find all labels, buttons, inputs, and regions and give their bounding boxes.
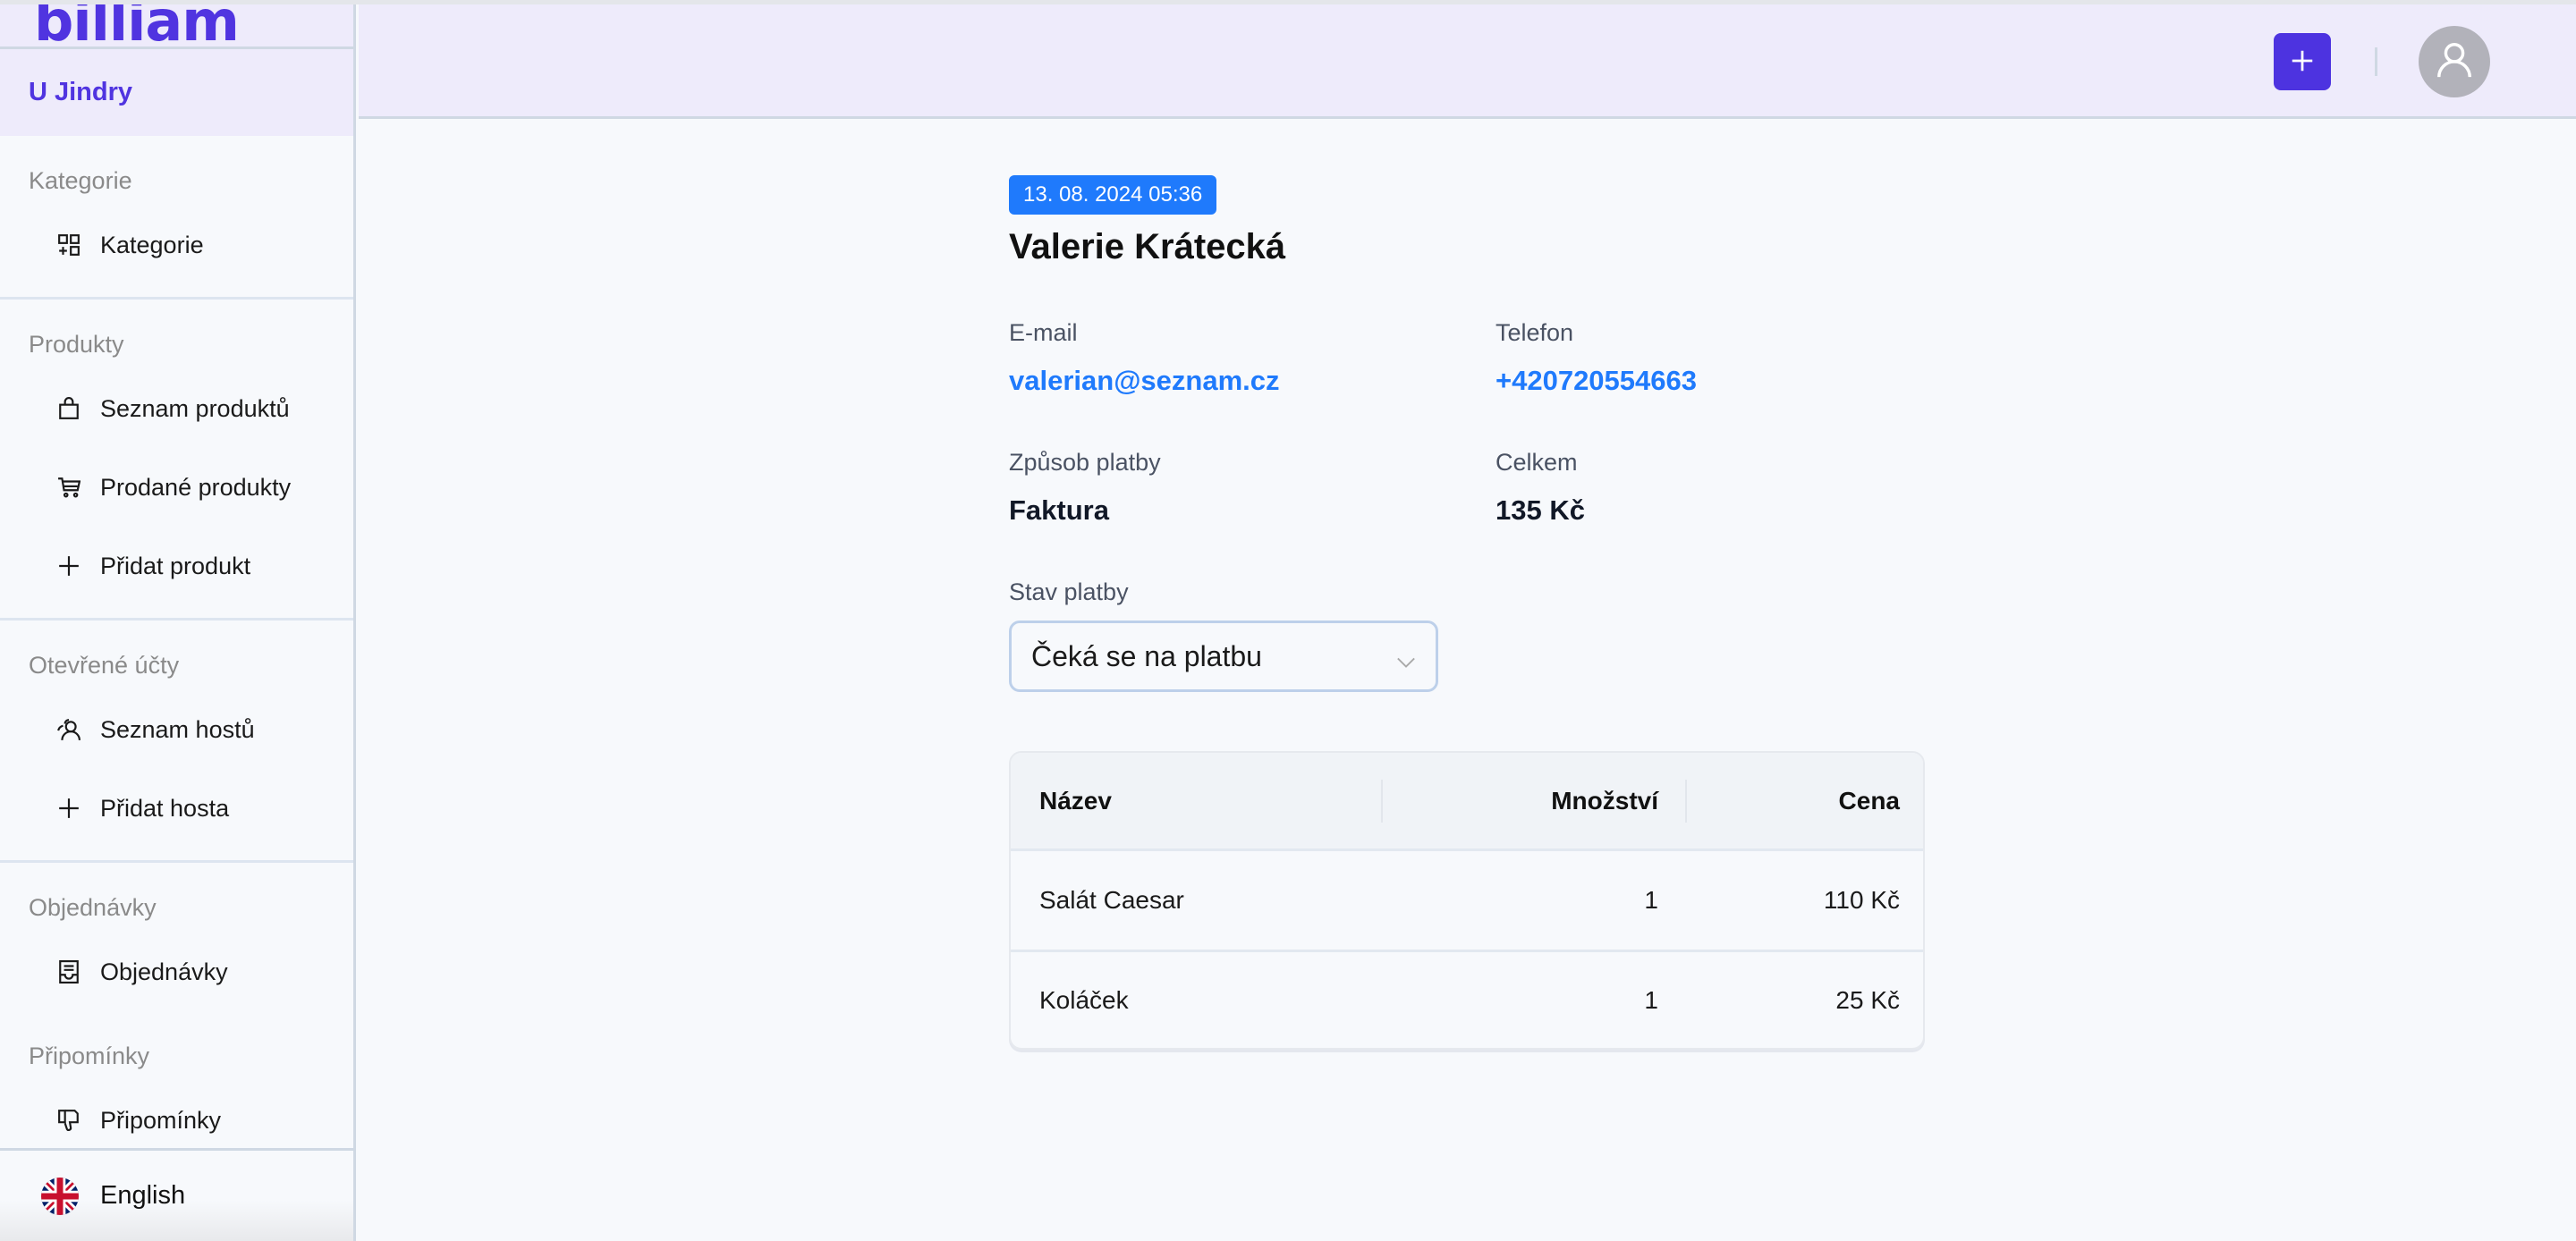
sidebar-section-open-accounts: Otevřené účty Seznam hostů Přidat hosta [0, 620, 353, 863]
sidebar-item-label: Kategorie [100, 231, 204, 258]
product-price: 110 Kč [1823, 886, 1900, 914]
chevron-down-icon [1396, 646, 1416, 668]
order-items-table: Název Množství Cena Salát Caesar 1 110 K… [1009, 751, 1925, 1050]
section-title: Objednávky [29, 894, 157, 921]
category-add-icon [57, 233, 80, 257]
sidebar-item-orders[interactable]: Objednávky [0, 933, 353, 1011]
payment-status-select[interactable]: Čeká se na platbu [1009, 620, 1438, 692]
sidebar-item-guest-list[interactable]: Seznam hostů [0, 690, 353, 769]
column-header-quantity[interactable]: Množství [1381, 753, 1685, 848]
sidebar-item-add-product[interactable]: Přidat produkt [0, 527, 353, 605]
top-header [359, 4, 2576, 119]
payment-status-label: Stav platby [1009, 578, 1129, 605]
users-icon [57, 718, 80, 741]
sidebar: billiam U Jindry Kategorie Kategorie Pro… [0, 4, 356, 1241]
sidebar-item-add-guest[interactable]: Přidat hosta [0, 769, 353, 848]
email-link[interactable]: valerian@seznam.cz [1009, 365, 1496, 397]
total-value: 135 Kč [1496, 494, 1585, 526]
product-quantity: 1 [1644, 985, 1658, 1014]
payment-method-label: Způsob platby [1009, 449, 1161, 476]
receipt-icon [57, 960, 80, 984]
sidebar-item-label: Prodané produkty [100, 473, 292, 501]
cart-icon [57, 476, 80, 499]
email-field: E-mail valerian@seznam.cz [1009, 319, 1496, 397]
add-button[interactable] [2274, 33, 2331, 90]
phone-label: Telefon [1496, 319, 1574, 346]
column-header-price[interactable]: Cena [1685, 753, 1923, 848]
user-icon [2434, 39, 2475, 85]
logo-area: billiam [0, 4, 353, 49]
sidebar-section-products: Produkty Seznam produktů Prodané produkt… [0, 300, 353, 620]
sidebar-item-label: Objednávky [100, 958, 228, 985]
table-body: Salát Caesar 1 110 Kč Koláček 1 25 Kč [1011, 851, 1923, 1048]
venue-name[interactable]: U Jindry [0, 49, 353, 136]
payment-method-field: Způsob platby Faktura [1009, 449, 1496, 527]
column-separator [1685, 780, 1687, 823]
header-divider [2375, 47, 2377, 76]
sidebar-item-categories[interactable]: Kategorie [0, 206, 353, 284]
thumbs-down-icon [57, 1109, 80, 1132]
section-title: Připomínky [29, 1043, 150, 1069]
total-label: Celkem [1496, 449, 1578, 476]
customer-name: Valerie Krátecká [1009, 227, 1286, 266]
plus-icon [57, 797, 80, 820]
sidebar-item-label: Přidat produkt [100, 552, 251, 579]
phone-field: Telefon +420720554663 [1496, 319, 1853, 397]
plus-icon [57, 554, 80, 578]
product-quantity: 1 [1644, 886, 1658, 914]
sidebar-section-categories: Kategorie Kategorie [0, 136, 353, 300]
payment-method-value: Faktura [1009, 494, 1109, 526]
order-detail: 13. 08. 2024 05:36 Valerie Krátecká E-ma… [1009, 175, 1930, 1050]
sidebar-item-label: Seznam produktů [100, 394, 290, 422]
product-price: 25 Kč [1835, 985, 1900, 1014]
payment-status-value: Čeká se na platbu [1031, 639, 1262, 672]
email-label: E-mail [1009, 319, 1078, 346]
sidebar-item-label: Přidat hosta [100, 794, 230, 822]
plus-icon [2289, 47, 2316, 77]
app-logo[interactable]: billiam [34, 4, 240, 46]
column-separator [1381, 780, 1383, 823]
sidebar-item-sold-products[interactable]: Prodané produkty [0, 448, 353, 527]
table-header-row: Název Množství Cena [1011, 753, 1923, 851]
language-label: English [100, 1181, 186, 1210]
total-field: Celkem 135 Kč [1496, 449, 1853, 527]
sidebar-item-product-list[interactable]: Seznam produktů [0, 369, 353, 448]
section-title: Kategorie [29, 167, 132, 194]
sidebar-section-orders: Objednávky Objednávky [0, 863, 353, 1011]
sidebar-item-label: Připomínky [100, 1106, 222, 1134]
order-info-grid: E-mail valerian@seznam.cz Telefon +42072… [1009, 319, 1930, 527]
phone-link[interactable]: +420720554663 [1496, 365, 1853, 397]
product-name-link[interactable]: Koláček [1011, 986, 1381, 1015]
uk-flag-icon [41, 1177, 79, 1215]
shopping-bag-icon [57, 397, 80, 420]
table-row: Koláček 1 25 Kč [1011, 950, 1923, 1048]
user-avatar-button[interactable] [2419, 26, 2490, 97]
section-title: Produkty [29, 331, 124, 358]
column-header-name[interactable]: Název [1011, 753, 1381, 848]
section-title: Otevřené účty [29, 652, 180, 679]
product-name-link[interactable]: Salát Caesar [1011, 886, 1381, 915]
language-switcher[interactable]: English [0, 1148, 353, 1241]
sidebar-item-label: Seznam hostů [100, 715, 255, 743]
table-row: Salát Caesar 1 110 Kč [1011, 851, 1923, 950]
order-date-badge: 13. 08. 2024 05:36 [1009, 175, 1217, 215]
